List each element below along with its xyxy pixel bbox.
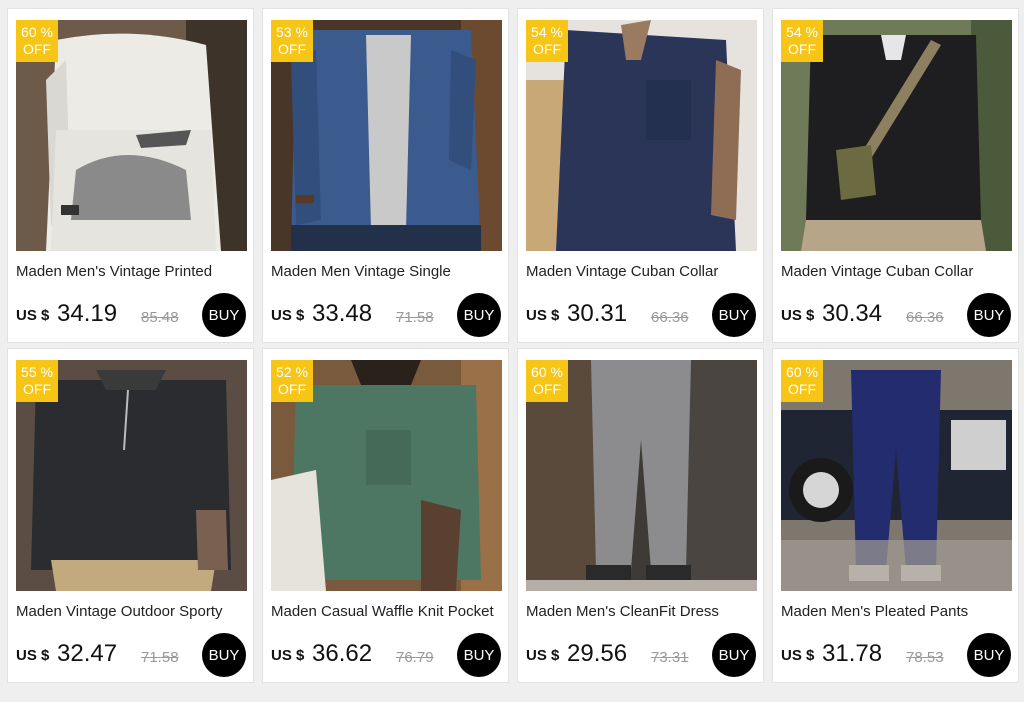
buy-button[interactable]: BUY [202, 293, 246, 337]
product-image[interactable]: 60 % OFF [16, 20, 247, 251]
sale-price: 34.19 [57, 300, 118, 327]
discount-badge: 54 % OFF [526, 20, 568, 62]
sale-price: 30.34 [822, 300, 883, 327]
buy-button[interactable]: BUY [712, 633, 756, 677]
sale-price: 32.47 [57, 640, 118, 667]
original-price: 71.58 [396, 309, 434, 326]
product-title[interactable]: Maden Men Vintage Single [271, 263, 503, 280]
sale-price: 31.78 [822, 640, 883, 667]
product-image[interactable]: 55 % OFF [16, 360, 247, 591]
sale-price: 29.56 [567, 640, 628, 667]
discount-badge: 52 % OFF [271, 360, 313, 402]
product-card[interactable]: 54 % OFF Maden Vintage Cuban Collar US $… [772, 8, 1019, 343]
product-card[interactable]: 60 % OFF Maden Men's Pleated Pants US $ … [772, 348, 1019, 683]
product-title[interactable]: Maden Vintage Cuban Collar [781, 263, 1013, 280]
product-title[interactable]: Maden Vintage Outdoor Sporty [16, 603, 248, 620]
currency-label: US $ [526, 647, 560, 664]
product-card[interactable]: 54 % OFF Maden Vintage Cuban Collar US $… [517, 8, 764, 343]
product-grid: 60 % OFF Maden Men's Vintage Printed US … [7, 8, 1019, 683]
product-image[interactable]: 52 % OFF [271, 360, 502, 591]
product-title[interactable]: Maden Men's Vintage Printed [16, 263, 248, 280]
product-card[interactable]: 60 % OFF Maden Men's CleanFit Dress US $… [517, 348, 764, 683]
original-price: 66.36 [906, 309, 944, 326]
product-image[interactable]: 54 % OFF [526, 20, 757, 251]
currency-label: US $ [271, 307, 305, 324]
discount-badge: 60 % OFF [16, 20, 58, 62]
buy-button[interactable]: BUY [457, 633, 501, 677]
original-price: 71.58 [141, 649, 179, 666]
product-image[interactable]: 53 % OFF [271, 20, 502, 251]
buy-button[interactable]: BUY [202, 633, 246, 677]
product-image[interactable]: 54 % OFF [781, 20, 1012, 251]
original-price: 76.79 [396, 649, 434, 666]
original-price: 78.53 [906, 649, 944, 666]
buy-button[interactable]: BUY [967, 633, 1011, 677]
currency-label: US $ [16, 647, 50, 664]
product-title[interactable]: Maden Men's Pleated Pants [781, 603, 1013, 620]
product-image[interactable]: 60 % OFF [526, 360, 757, 591]
buy-button[interactable]: BUY [712, 293, 756, 337]
product-card[interactable]: 53 % OFF Maden Men Vintage Single US $ 3… [262, 8, 509, 343]
currency-label: US $ [781, 307, 815, 324]
discount-badge: 60 % OFF [526, 360, 568, 402]
buy-button[interactable]: BUY [457, 293, 501, 337]
product-title[interactable]: Maden Men's CleanFit Dress [526, 603, 758, 620]
currency-label: US $ [271, 647, 305, 664]
discount-badge: 54 % OFF [781, 20, 823, 62]
product-card[interactable]: 60 % OFF Maden Men's Vintage Printed US … [7, 8, 254, 343]
sale-price: 33.48 [312, 300, 373, 327]
buy-button[interactable]: BUY [967, 293, 1011, 337]
product-title[interactable]: Maden Casual Waffle Knit Pocket [271, 603, 503, 620]
currency-label: US $ [16, 307, 50, 324]
sale-price: 36.62 [312, 640, 373, 667]
original-price: 66.36 [651, 309, 689, 326]
discount-badge: 60 % OFF [781, 360, 823, 402]
discount-badge: 53 % OFF [271, 20, 313, 62]
original-price: 85.48 [141, 309, 179, 326]
product-card[interactable]: 52 % OFF Maden Casual Waffle Knit Pocket… [262, 348, 509, 683]
product-card[interactable]: 55 % OFF Maden Vintage Outdoor Sporty US… [7, 348, 254, 683]
sale-price: 30.31 [567, 300, 628, 327]
currency-label: US $ [781, 647, 815, 664]
product-image[interactable]: 60 % OFF [781, 360, 1012, 591]
discount-badge: 55 % OFF [16, 360, 58, 402]
currency-label: US $ [526, 307, 560, 324]
product-title[interactable]: Maden Vintage Cuban Collar [526, 263, 758, 280]
original-price: 73.31 [651, 649, 689, 666]
